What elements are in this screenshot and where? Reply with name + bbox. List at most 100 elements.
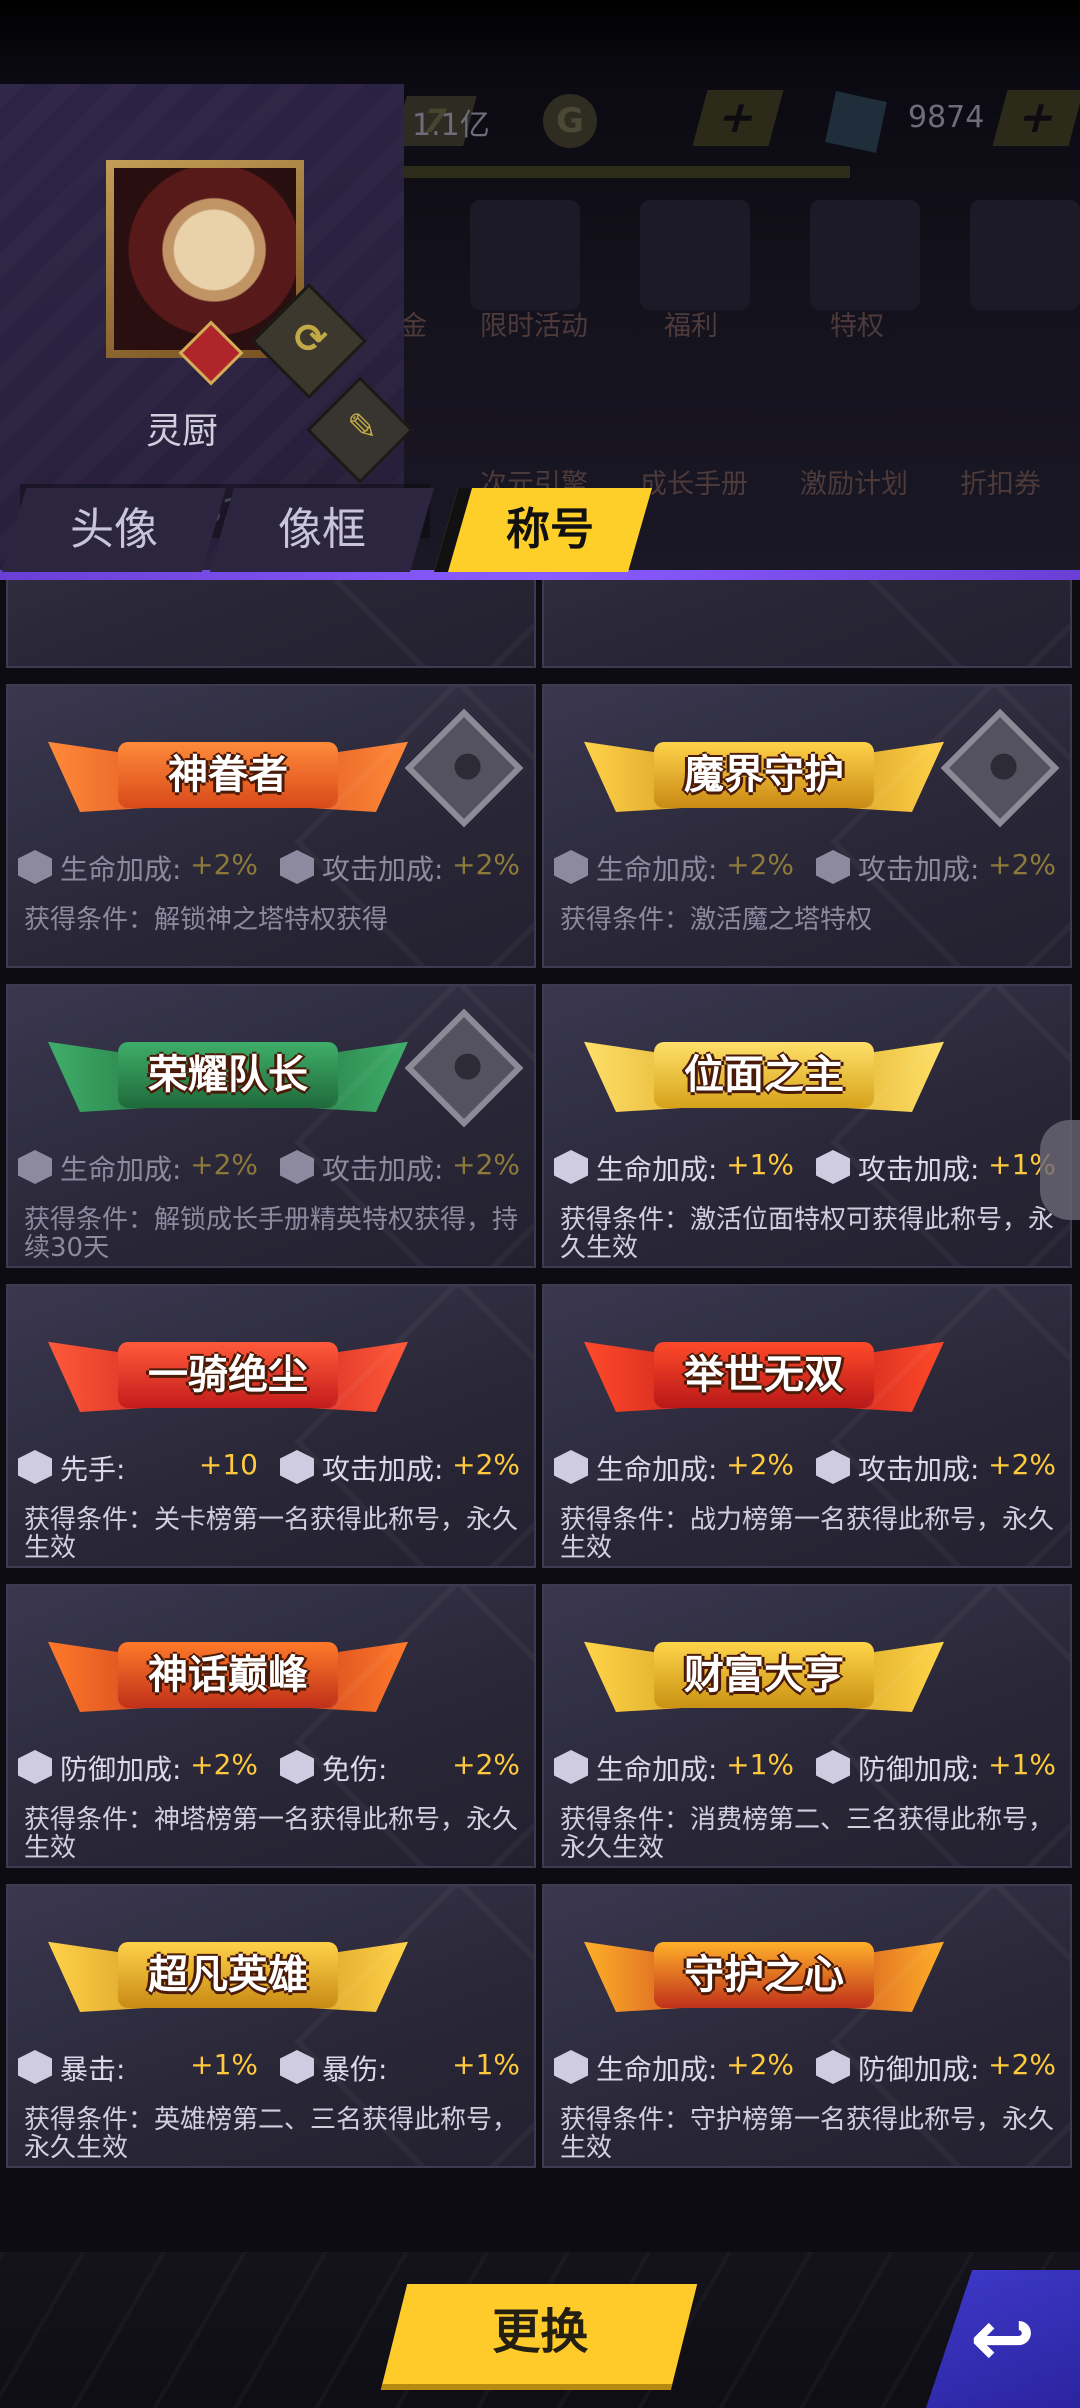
title-card[interactable]: 神话巅峰 防御加成: +2% 免伤: +2% 获得条件：神塔榜第一名获得此称号，永久生效 <box>6 1584 536 1868</box>
player-name: 灵厨 <box>146 411 219 452</box>
title-name: 神眷者 <box>118 742 338 808</box>
stat-icon <box>816 850 850 884</box>
stat-secondary: 攻击加成: +1% <box>806 1144 1068 1190</box>
stat-label: 暴伤: <box>322 2053 388 2086</box>
title-card[interactable]: 生命:+500攻击:+100训练任务达成指定阶段可获得此称号，永久生效 <box>542 580 1072 668</box>
stat-label: 攻击加成: <box>858 853 980 886</box>
stat-icon <box>18 850 52 884</box>
title-list[interactable]: 生命:+250攻击:+50训练任务全部完成后可获得此称号，永久生效生命:+500… <box>0 580 1080 2252</box>
title-condition: 获得条件：激活位面特权可获得此称号，永久生效 <box>560 1205 1055 1263</box>
stat-primary: 生命加成: +2% <box>8 844 270 890</box>
stat-secondary: 暴伤: +1% <box>270 2044 532 2090</box>
title-emblem: 神话巅峰 <box>48 1614 408 1732</box>
stat-label: 防御加成: <box>60 1753 182 1786</box>
stat-value: +2% <box>190 1148 258 1181</box>
title-emblem: 魔界守护 <box>584 714 944 832</box>
tab-frame[interactable]: 像框 <box>209 488 435 572</box>
stat-value: +2% <box>988 1448 1056 1481</box>
change-button[interactable]: 更换 <box>380 2284 698 2390</box>
stat-primary: 生命加成: +2% <box>544 1444 806 1490</box>
title-card[interactable]: 一骑绝尘 先手: +10 攻击加成: +2% 获得条件：关卡榜第一名获得此称号，永久生效 <box>6 1284 536 1568</box>
title-name: 超凡英雄 <box>118 1942 338 2008</box>
stat-label: 防御加成: <box>858 1753 980 1786</box>
stat-value: +2% <box>726 2048 794 2081</box>
stat-secondary: 攻击加成: +2% <box>806 844 1068 890</box>
title-condition: 获得条件：激活魔之塔特权 <box>560 905 873 935</box>
title-card[interactable]: 生命:+250攻击:+50训练任务全部完成后可获得此称号，永久生效 <box>6 580 536 668</box>
title-stats: 生命加成: +2% 攻击加成: +2% <box>544 844 1070 890</box>
stat-label: 防御加成: <box>858 2053 980 2086</box>
stat-primary: 防御加成: +2% <box>8 1744 270 1790</box>
stat-label: 先手: <box>60 1453 126 1486</box>
add-gems-button[interactable]: + <box>992 90 1080 146</box>
stat-icon <box>554 850 588 884</box>
stat-label: 暴击: <box>60 2053 126 2086</box>
stat-primary: 生命加成: +2% <box>544 2044 806 2090</box>
stat-icon <box>816 2050 850 2084</box>
title-name: 举世无双 <box>654 1342 874 1408</box>
title-stats: 生命加成: +1% 防御加成: +1% <box>544 1744 1070 1790</box>
title-card[interactable]: 财富大亨 生命加成: +1% 防御加成: +1% 获得条件：消费榜第二、三名获得此称号，永… <box>542 1584 1072 1868</box>
stat-label: 生命加成: <box>60 1153 182 1186</box>
stat-icon <box>554 2050 588 2084</box>
stat-value: +1% <box>726 1148 794 1181</box>
stat-icon <box>554 1450 588 1484</box>
stat-value: +1% <box>190 2048 258 2081</box>
background-menu-icons: 金 限时活动 福利 特权 次元引擎 成长手册 激励计划 折扣券 <box>400 200 1080 500</box>
add-coins-button[interactable]: + <box>692 90 784 146</box>
title-emblem: 位面之主 <box>584 1014 944 1132</box>
title-stats: 生命加成: +2% 攻击加成: +2% <box>8 844 534 890</box>
title-card[interactable]: 神眷者 ● 生命加成: +2% 攻击加成: +2% 获得条件：解锁神之塔特权获得 <box>6 684 536 968</box>
tab-title[interactable]: 称号 <box>433 488 653 572</box>
back-button[interactable]: ↩ <box>926 2270 1080 2408</box>
title-card[interactable]: 举世无双 生命加成: +2% 攻击加成: +2% 获得条件：战力榜第一名获得此称号，永久生… <box>542 1284 1072 1568</box>
stat-icon <box>816 1750 850 1784</box>
side-drawer-handle[interactable] <box>1040 1120 1080 1220</box>
title-card[interactable]: 魔界守护 ● 生命加成: +2% 攻击加成: +2% 获得条件：激活魔之塔特权 <box>542 684 1072 968</box>
stat-icon <box>554 1750 588 1784</box>
stat-secondary: 免伤: +2% <box>270 1744 532 1790</box>
title-name: 荣耀队长 <box>118 1042 338 1108</box>
bg-label: 金 <box>400 311 427 342</box>
title-emblem: 守护之心 <box>584 1914 944 2032</box>
edit-name-button[interactable]: ✎ <box>306 376 414 484</box>
bg-label: 特权 <box>830 311 884 342</box>
title-emblem: 荣耀队长 <box>48 1014 408 1132</box>
stat-value: +1% <box>726 1748 794 1781</box>
title-stats: 生命加成: +2% 攻击加成: +2% <box>544 1444 1070 1490</box>
title-emblem: 财富大亨 <box>584 1614 944 1732</box>
stat-value: +2% <box>452 1148 520 1181</box>
lock-icon: ● <box>940 708 1060 828</box>
title-card[interactable]: 守护之心 生命加成: +2% 防御加成: +2% 获得条件：守护榜第一名获得此称号，永久生… <box>542 1884 1072 2168</box>
title-condition: 获得条件：关卡榜第一名获得此称号，永久生效 <box>24 1505 519 1563</box>
tab-avatar[interactable]: 头像 <box>1 488 227 572</box>
close-icon <box>970 200 1080 310</box>
stat-label: 生命加成: <box>596 853 718 886</box>
title-condition: 获得条件：守护榜第一名获得此称号，永久生效 <box>560 2105 1055 2163</box>
title-stats: 生命加成: +2% 防御加成: +2% <box>544 2044 1070 2090</box>
limited-event-icon <box>470 200 580 310</box>
title-stats: 生命加成: +2% 攻击加成: +2% <box>8 1144 534 1190</box>
stat-icon <box>280 1750 314 1784</box>
title-name: 一骑绝尘 <box>118 1342 338 1408</box>
title-card[interactable]: 位面之主生命加成: +1% 攻击加成: +1% 获得条件：激活位面特权可获得此称号，永久… <box>542 984 1072 1268</box>
bottom-bar: 更换 ↩ <box>0 2252 1080 2408</box>
stat-primary: 暴击: +1% <box>8 2044 270 2090</box>
stat-label: 生命加成: <box>596 1153 718 1186</box>
coin-amount: 1.1亿 <box>412 108 490 143</box>
stat-icon <box>280 850 314 884</box>
stat-secondary: 防御加成: +2% <box>806 2044 1068 2090</box>
welfare-icon <box>640 200 750 310</box>
title-card[interactable]: 荣耀队长 ● 生命加成: +2% 攻击加成: +2% 获得条件：解锁成长手册精英特权获得，持… <box>6 984 536 1268</box>
title-stats: 防御加成: +2% 免伤: +2% <box>8 1744 534 1790</box>
stat-value: +2% <box>452 1448 520 1481</box>
stat-value: +2% <box>190 1748 258 1781</box>
title-card[interactable]: 超凡英雄 暴击: +1% 暴伤: +1% 获得条件：英雄榜第二、三名获得此称号，永久生效 <box>6 1884 536 2168</box>
tab-bar: 头像 像框 称号 <box>0 470 1080 580</box>
lock-icon: ● <box>404 1008 524 1128</box>
stat-secondary: 攻击加成: +2% <box>270 1444 532 1490</box>
title-name: 守护之心 <box>654 1942 874 2008</box>
title-condition: 获得条件：解锁成长手册精英特权获得，持续30天 <box>24 1205 519 1263</box>
refresh-icon: ⟳ <box>294 315 328 362</box>
stat-value: +2% <box>190 848 258 881</box>
